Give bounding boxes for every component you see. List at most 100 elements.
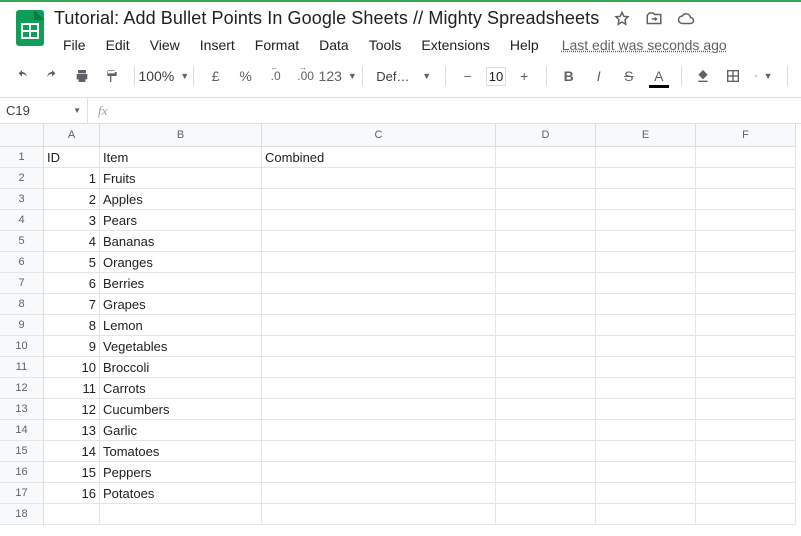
row-header-2[interactable]: 2 [0, 168, 44, 189]
font-size-decrease[interactable]: − [456, 63, 480, 89]
cell[interactable] [696, 504, 796, 525]
row-header-4[interactable]: 4 [0, 210, 44, 231]
cell[interactable] [596, 147, 696, 168]
cell[interactable]: 3 [44, 210, 100, 231]
cell[interactable] [496, 231, 596, 252]
cell[interactable] [496, 147, 596, 168]
font-size-increase[interactable]: + [512, 63, 536, 89]
cell[interactable]: 1 [44, 168, 100, 189]
cell[interactable]: 8 [44, 315, 100, 336]
cell[interactable] [696, 441, 796, 462]
cell[interactable] [596, 483, 696, 504]
cell[interactable] [596, 420, 696, 441]
cell[interactable]: Cucumbers [100, 399, 262, 420]
cell[interactable] [596, 504, 696, 525]
cell[interactable] [596, 378, 696, 399]
cell[interactable] [696, 273, 796, 294]
sheets-logo[interactable] [10, 8, 50, 48]
cell[interactable]: Berries [100, 273, 262, 294]
cell[interactable] [496, 294, 596, 315]
menu-format[interactable]: Format [246, 33, 308, 57]
cell[interactable]: 10 [44, 357, 100, 378]
cell[interactable] [696, 399, 796, 420]
currency-button[interactable]: £ [204, 63, 228, 89]
borders-button[interactable] [721, 63, 745, 89]
menu-file[interactable]: File [54, 33, 95, 57]
cell[interactable] [696, 147, 796, 168]
cell[interactable] [596, 336, 696, 357]
cell[interactable] [696, 252, 796, 273]
cell[interactable]: 15 [44, 462, 100, 483]
cell[interactable] [496, 420, 596, 441]
cell[interactable]: 4 [44, 231, 100, 252]
cell[interactable] [496, 210, 596, 231]
cell[interactable]: Combined [262, 147, 496, 168]
col-header-E[interactable]: E [596, 124, 696, 147]
increase-decimal-button[interactable]: .00→ [294, 63, 318, 89]
percent-button[interactable]: % [234, 63, 258, 89]
cell[interactable]: 2 [44, 189, 100, 210]
cell[interactable] [262, 231, 496, 252]
row-header-18[interactable]: 18 [0, 504, 44, 525]
cell[interactable] [696, 315, 796, 336]
cell[interactable] [696, 378, 796, 399]
cell[interactable] [496, 336, 596, 357]
row-header-17[interactable]: 17 [0, 483, 44, 504]
cell[interactable] [696, 483, 796, 504]
row-header-11[interactable]: 11 [0, 357, 44, 378]
cell[interactable] [596, 210, 696, 231]
font-select[interactable]: Default (Ari...▼ [372, 63, 435, 89]
cell[interactable]: Pears [100, 210, 262, 231]
cell[interactable] [696, 357, 796, 378]
redo-icon[interactable] [40, 63, 64, 89]
star-icon[interactable] [613, 10, 631, 28]
cell[interactable] [496, 252, 596, 273]
cell[interactable] [262, 273, 496, 294]
cell[interactable] [44, 504, 100, 525]
col-header-D[interactable]: D [496, 124, 596, 147]
cell[interactable]: Peppers [100, 462, 262, 483]
row-header-14[interactable]: 14 [0, 420, 44, 441]
move-icon[interactable] [645, 10, 663, 28]
row-header-9[interactable]: 9 [0, 315, 44, 336]
cell[interactable] [262, 294, 496, 315]
cell[interactable] [262, 483, 496, 504]
cell[interactable] [696, 168, 796, 189]
cell[interactable] [596, 252, 696, 273]
cell[interactable]: Apples [100, 189, 262, 210]
cell[interactable] [696, 189, 796, 210]
cell[interactable]: 7 [44, 294, 100, 315]
strikethrough-button[interactable]: S [617, 63, 641, 89]
cell[interactable] [496, 399, 596, 420]
cell[interactable] [696, 210, 796, 231]
cell[interactable] [262, 462, 496, 483]
menu-tools[interactable]: Tools [360, 33, 411, 57]
cloud-icon[interactable] [677, 10, 695, 28]
last-edit-link[interactable]: Last edit was seconds ago [562, 37, 727, 53]
cell[interactable]: 9 [44, 336, 100, 357]
cell[interactable]: Bananas [100, 231, 262, 252]
print-icon[interactable] [70, 63, 94, 89]
cell[interactable]: Broccoli [100, 357, 262, 378]
row-header-3[interactable]: 3 [0, 189, 44, 210]
cell[interactable] [262, 189, 496, 210]
select-all-corner[interactable] [0, 124, 44, 147]
cell[interactable] [262, 399, 496, 420]
cell[interactable] [496, 273, 596, 294]
merge-cells-button[interactable]: ▼ [751, 63, 776, 89]
cell[interactable] [696, 420, 796, 441]
cell[interactable]: Carrots [100, 378, 262, 399]
cell[interactable] [262, 357, 496, 378]
fill-color-button[interactable] [691, 63, 715, 89]
text-color-button[interactable]: A [647, 63, 671, 89]
row-header-8[interactable]: 8 [0, 294, 44, 315]
col-header-F[interactable]: F [696, 124, 796, 147]
row-header-12[interactable]: 12 [0, 378, 44, 399]
row-header-13[interactable]: 13 [0, 399, 44, 420]
font-size-input[interactable]: 10 [486, 67, 506, 86]
cell[interactable] [496, 189, 596, 210]
cell[interactable]: Item [100, 147, 262, 168]
cell[interactable]: Vegetables [100, 336, 262, 357]
cell[interactable] [596, 273, 696, 294]
cell[interactable] [596, 462, 696, 483]
